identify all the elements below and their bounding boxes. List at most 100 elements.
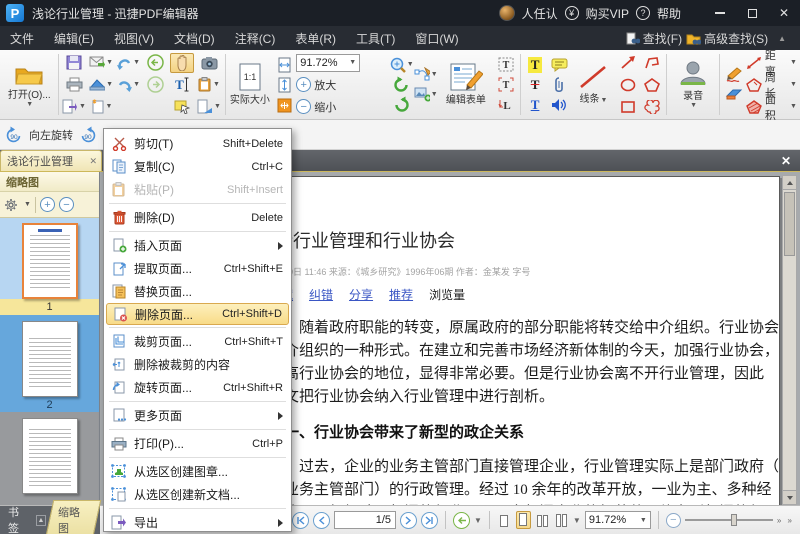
rotate-left-90-icon[interactable]: 90 [3,124,25,146]
rotate-right-90-icon[interactable]: 90 [77,124,99,146]
arrow-tool-button[interactable] [616,53,640,73]
next-page-button[interactable] [400,512,417,529]
undo-button[interactable]: ▼ [116,53,140,73]
attach-file-button[interactable] [547,75,571,95]
hand-tool-button[interactable] [170,53,194,73]
redo-button[interactable]: ▼ [116,75,140,95]
context-print[interactable]: 打印(P)...Ctrl+P [106,432,289,455]
edit-form-button[interactable]: 编辑表单 [438,63,494,106]
rectangle-tool-button[interactable] [616,97,640,117]
slider-more-icon[interactable]: » [777,516,781,525]
scrollbar-thumb[interactable] [784,192,795,256]
bookmarks-tab[interactable]: 书签 [3,502,33,534]
context-copy[interactable]: 复制(C)Ctrl+C [106,155,289,178]
open-dropdown-icon[interactable]: ▼ [26,101,33,108]
underline-text-button[interactable]: T [523,95,547,115]
print-button[interactable] [62,75,86,95]
menu-form[interactable]: 表单(R) [285,26,346,50]
document-close-icon[interactable]: ✕ [772,150,800,171]
thumb-zoom-out-button[interactable]: − [59,197,74,212]
rotate-left-label[interactable]: 向左旋转 [29,127,73,143]
sticky-note-button[interactable] [547,55,571,75]
zoom-slider-knob[interactable] [731,514,737,526]
sound-comment-button[interactable] [547,95,571,115]
panel-collapse-icon[interactable]: ▲ [36,515,46,526]
document-tab[interactable]: 浅论行业管理 ✕ [0,150,102,171]
previous-view-status-button[interactable] [453,512,470,529]
menu-comment[interactable]: 注释(C) [225,26,286,50]
edit-object-button[interactable]: ▼ [414,65,438,85]
previous-page-button[interactable] [313,512,330,529]
two-page-layout-button[interactable] [535,511,550,529]
continuous-layout-button[interactable] [516,511,531,529]
typewriter-button[interactable]: L [494,95,518,115]
record-audio-button[interactable]: 录音 ▼ [669,60,718,109]
export-doc-button[interactable]: ▼ [62,97,86,117]
email-button[interactable]: ▼ [89,53,113,73]
last-page-button[interactable] [421,512,438,529]
layout-dropdown-icon[interactable]: ▼ [573,516,581,525]
help-button[interactable]: 帮助 [657,5,681,22]
new-document-button[interactable]: ▼ [89,97,113,117]
previous-view-button[interactable] [143,53,167,73]
record-dropdown-icon[interactable]: ▼ [690,102,697,109]
eraser-tool-button[interactable] [722,85,746,105]
buy-vip-button[interactable]: 购买VIP [586,5,629,22]
thumbnail-item-1[interactable] [0,218,99,299]
context-more-pages[interactable]: 更多页面 [106,404,289,427]
line-tool-button[interactable]: 线条▼ [571,64,616,105]
highlight-text-button[interactable]: T [523,55,547,75]
find-button[interactable]: 查找(F) [626,30,682,47]
context-cut[interactable]: 剪切(T)Shift+Delete [106,132,289,155]
next-view-button[interactable] [143,75,167,95]
slider-zoom-out-button[interactable]: − [666,513,681,528]
page-number-input[interactable] [334,511,396,529]
rotate-view-right-button[interactable] [390,95,414,115]
statusbar-more-icon[interactable]: » [788,516,800,525]
polygon-tool-button[interactable] [640,75,664,95]
thumbnail-item-2[interactable]: 2 [0,315,99,412]
view-history-dropdown-icon[interactable]: ▼ [474,516,482,525]
options-gear-icon[interactable] [4,198,19,212]
menu-file[interactable]: 文件 [0,26,44,50]
context-doc-from-selection[interactable]: 从选区创建新文档... [106,483,289,506]
edit-annotation-button[interactable]: ▼ [197,97,221,117]
maximize-button[interactable] [736,0,768,26]
add-textbox-button[interactable]: T [494,55,518,75]
context-replace-pages[interactable]: 替换页面... [106,280,289,303]
scroll-down-button[interactable] [783,490,796,504]
thumbnails-tab[interactable]: 缩略图 [45,500,101,534]
menu-tools[interactable]: 工具(T) [346,26,405,50]
thumbnail-item-3[interactable] [0,412,99,505]
clipboard-button[interactable]: ▼ [197,75,221,95]
context-export[interactable]: 导出 [106,511,289,534]
page-1-thumbnail[interactable] [22,223,78,299]
context-crop-pages[interactable]: 裁剪页面...Ctrl+Shift+T [106,330,289,353]
toolbar-collapse-icon[interactable]: ▲ [778,34,786,43]
scroll-up-button[interactable] [783,176,796,190]
polyline-tool-button[interactable] [640,53,664,73]
zoom-out-button[interactable]: − 缩小 [296,96,389,118]
page-3-thumbnail[interactable] [22,418,78,494]
annotation-select-button[interactable] [170,97,194,117]
fit-width-button[interactable] [272,55,296,75]
actual-size-button[interactable]: 1:1 实际大小 [227,63,272,106]
advanced-find-button[interactable]: 高级查找(S) [686,30,768,47]
first-page-button[interactable] [292,512,309,529]
cloud-tool-button[interactable] [640,97,664,117]
save-button[interactable] [62,53,86,73]
strikethrough-text-button[interactable]: T [523,75,547,95]
single-page-layout-button[interactable] [497,511,512,529]
context-stamp-from-selection[interactable]: 从选区创建图章... [106,460,289,483]
options-dropdown-icon[interactable]: ▼ [24,201,31,208]
context-rotate-pages[interactable]: 旋转页面...Ctrl+Shift+R [106,376,289,399]
menu-edit[interactable]: 编辑(E) [44,26,104,50]
add-image-button[interactable]: ▼ [414,85,438,105]
context-delete[interactable]: 删除(D)Delete [106,206,289,229]
fit-visible-button[interactable] [272,95,296,115]
menu-document[interactable]: 文档(D) [164,26,225,50]
zoom-slider[interactable] [685,519,773,521]
tab-close-icon[interactable]: ✕ [89,156,97,167]
thumb-zoom-in-button[interactable]: + [40,197,55,212]
close-button[interactable]: ✕ [768,0,800,26]
